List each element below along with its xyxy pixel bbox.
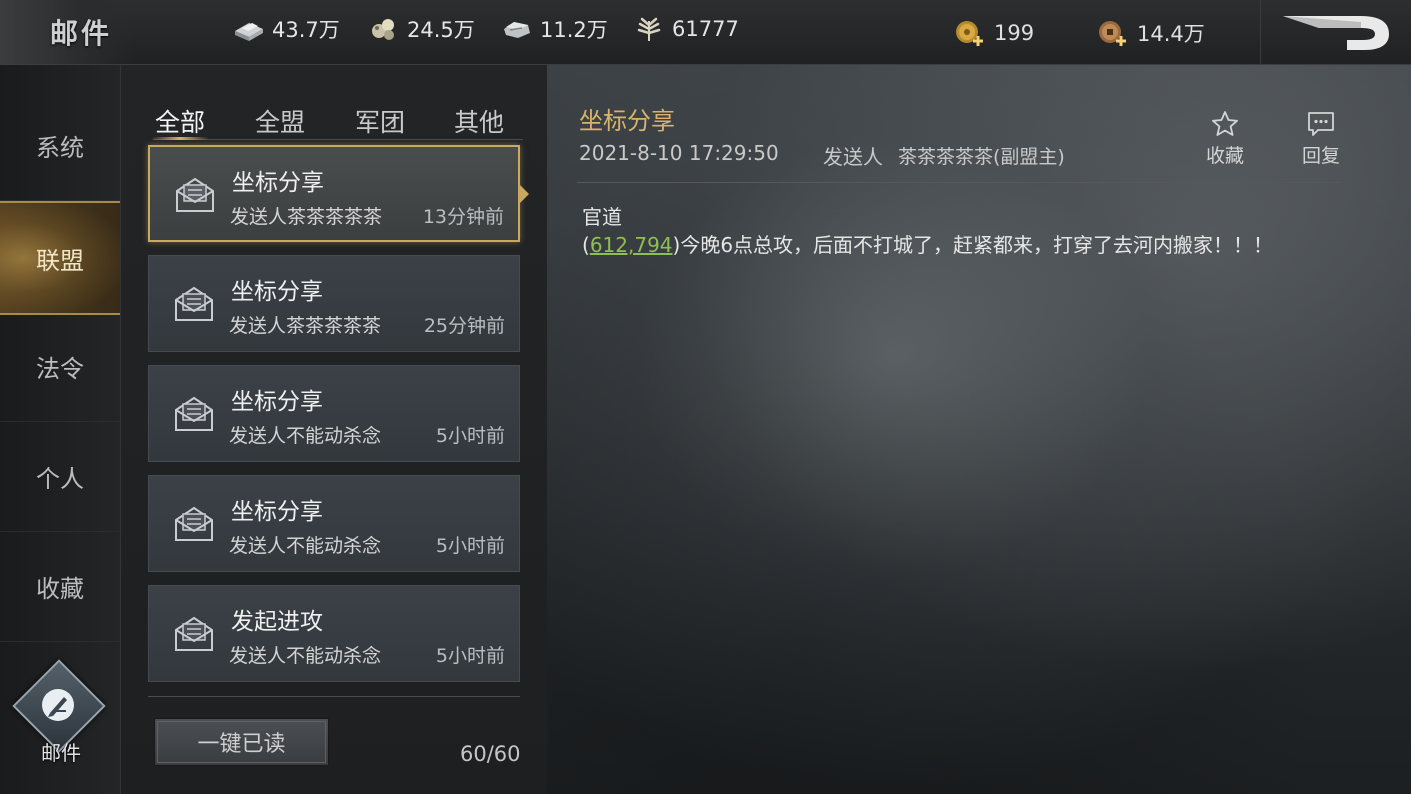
mail-time: 5小时前: [435, 645, 505, 667]
sidebar-item-personal[interactable]: 个人: [0, 421, 120, 532]
mail-tabs: 全部 全盟 军团 其他: [150, 103, 523, 140]
currency-copper[interactable]: 14.4万: [1095, 18, 1205, 48]
resource-ore: 24.5万: [367, 14, 475, 44]
detail-body-line2: (612,794)今晚6点总攻，后面不打城了，赶紧都来，打穿了去河内搬家！！！: [582, 229, 1273, 258]
envelope-open-icon: [175, 616, 213, 651]
sidebar-item-label: 系统: [36, 133, 84, 162]
resource-grain-value: 61777: [672, 17, 739, 41]
mail-list-item[interactable]: 坐标分享 发送人不能动杀念 5小时前: [148, 475, 520, 572]
sidebar: 系统 联盟 法令 个人 收藏 邮件: [0, 65, 121, 794]
favorite-button[interactable]: 收藏: [1195, 109, 1255, 168]
envelope-open-icon: [175, 506, 213, 541]
list-divider: [148, 696, 520, 697]
favorite-label: 收藏: [1205, 145, 1244, 167]
compose-mail-button[interactable]: 邮件: [12, 659, 106, 775]
mail-subject: 坐标分享: [232, 170, 324, 196]
resource-ore-value: 24.5万: [407, 18, 475, 42]
resource-silver: 43.7万: [232, 14, 340, 44]
copper-coin-add-icon[interactable]: [1095, 18, 1131, 48]
sidebar-item-decree[interactable]: 法令: [0, 311, 120, 422]
mail-time: 5小时前: [435, 425, 505, 447]
star-icon: [1212, 111, 1238, 136]
mail-list-item[interactable]: 坐标分享 发送人茶茶茶茶茶 13分钟前: [148, 145, 529, 242]
title-area: 邮件: [0, 0, 135, 64]
tab-other[interactable]: 其他: [454, 103, 504, 137]
sidebar-item-system[interactable]: 系统: [0, 90, 120, 201]
mail-list-item[interactable]: 坐标分享 发送人茶茶茶茶茶 25分钟前: [148, 255, 520, 352]
top-bar: 邮件 43.7万 24.5万 11.2万 61777 199 14.4万: [0, 0, 1411, 65]
silver-ingot-icon: [235, 23, 263, 41]
sidebar-item-label: 联盟: [36, 246, 84, 275]
envelope-open-icon: [175, 286, 213, 321]
mail-list-panel: 全部 全盟 军团 其他 坐标分享 发送人茶茶茶茶茶 13分钟前 坐标分享 发送人…: [121, 65, 547, 794]
mail-list-item[interactable]: 坐标分享 发送人不能动杀念 5小时前: [148, 365, 520, 462]
sidebar-item-label: 法令: [36, 354, 84, 383]
body-message: )今晚6点总攻，后面不打城了，赶紧都来，打穿了去河内搬家！！！: [672, 233, 1274, 257]
selected-pointer: [520, 185, 529, 203]
mail-sender: 发送人不能动杀念: [229, 425, 382, 447]
mail-detail-panel: 坐标分享 2021-8-10 17:29:50 发送人 茶茶茶茶茶(副盟主) 收…: [547, 65, 1411, 794]
detail-sender-label: 发送人: [823, 145, 883, 169]
mail-subject: 坐标分享: [231, 389, 323, 415]
mail-subject: 坐标分享: [231, 279, 323, 305]
back-arrow-icon[interactable]: [1261, 0, 1411, 64]
tab-legion[interactable]: 军团: [355, 103, 405, 137]
sidebar-item-alliance[interactable]: 联盟: [0, 201, 120, 315]
body-paren-open: (: [582, 233, 590, 257]
mail-count: 60/60: [460, 742, 521, 766]
mail-time: 13分钟前: [422, 206, 504, 228]
sidebar-item-label: 收藏: [36, 574, 84, 603]
envelope-open-icon: [176, 177, 214, 212]
currency-gold-value: 199: [994, 21, 1035, 45]
reply-label: 回复: [1301, 145, 1340, 167]
mail-subject: 坐标分享: [231, 499, 323, 525]
resource-silver-value: 43.7万: [272, 18, 340, 42]
detail-separator: [577, 182, 1341, 183]
mail-sender: 发送人不能动杀念: [229, 645, 382, 667]
page-title: 邮件: [50, 17, 113, 50]
mail-time: 5小时前: [435, 535, 505, 557]
detail-subject: 坐标分享: [579, 107, 675, 135]
mail-sender: 发送人茶茶茶茶茶: [230, 206, 383, 228]
sidebar-item-favorites[interactable]: 收藏: [0, 531, 120, 642]
mail-time: 25分钟前: [423, 315, 505, 337]
back-button[interactable]: [1260, 0, 1411, 64]
gold-coin-add-icon[interactable]: [952, 18, 988, 48]
mail-sender: 发送人不能动杀念: [229, 535, 382, 557]
mail-sender: 发送人茶茶茶茶茶: [229, 315, 382, 337]
sidebar-item-label: 个人: [36, 464, 84, 493]
quill-pen-icon: [42, 689, 74, 721]
detail-sender[interactable]: 茶茶茶茶茶(副盟主): [898, 142, 1065, 169]
chat-bubble-icon: [1308, 112, 1334, 136]
detail-body-line1: 官道: [582, 205, 622, 229]
resource-stone: 11.2万: [500, 14, 608, 44]
currency-gold[interactable]: 199: [952, 18, 1034, 48]
coordinate-link[interactable]: 612,794: [590, 233, 673, 257]
detail-date: 2021-8-10 17:29:50: [579, 141, 779, 165]
currency-copper-value: 14.4万: [1137, 22, 1205, 46]
resource-stone-value: 11.2万: [540, 18, 608, 42]
read-all-button[interactable]: 一键已读: [154, 718, 329, 766]
tab-all[interactable]: 全部: [150, 103, 210, 140]
grain-icon: [637, 17, 661, 41]
mail-subject: 发起进攻: [231, 609, 323, 635]
mail-list-item[interactable]: 发起进攻 发送人不能动杀念 5小时前: [148, 585, 520, 682]
ore-icon: [372, 19, 394, 40]
envelope-open-icon: [175, 396, 213, 431]
resource-grain: 61777: [632, 14, 739, 44]
reply-button[interactable]: 回复: [1291, 109, 1351, 168]
tab-alliance[interactable]: 全盟: [255, 103, 305, 137]
stone-icon: [504, 22, 530, 38]
compose-label: 邮件: [41, 741, 81, 765]
